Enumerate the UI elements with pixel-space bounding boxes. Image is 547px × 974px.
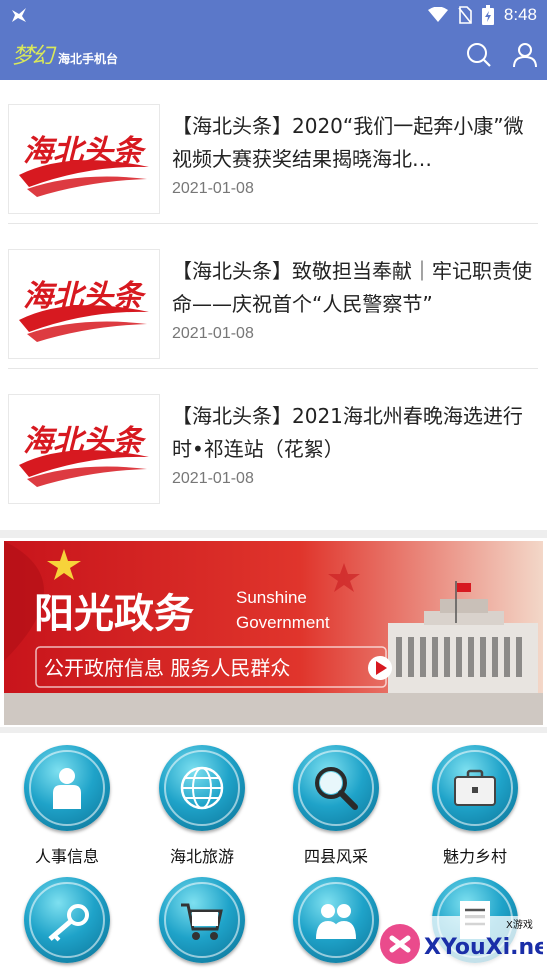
news-item[interactable]: 海北头条 【海北头条】2021海北州春晚海选进行时•祁连站（花絮） 2021-0… bbox=[8, 370, 538, 514]
grid-item-cart[interactable] bbox=[147, 877, 257, 974]
banner-en-line1: Sunshine bbox=[236, 588, 307, 607]
grid-label: 四县风采 bbox=[303, 847, 368, 866]
status-time: 8:48 bbox=[503, 5, 537, 24]
news-item[interactable]: 海北头条 【海北头条】2020“我们一起奔小康”微视频大赛获奖结果揭晓海北… 2… bbox=[8, 80, 538, 224]
no-sim-icon bbox=[458, 6, 472, 24]
key-icon bbox=[24, 877, 110, 963]
banner-title: 阳光政务 bbox=[34, 591, 194, 637]
sunshine-government-banner[interactable]: 阳光政务 Sunshine Government 公开政府信息 服务人民群众 bbox=[4, 541, 543, 725]
status-bar: 8:48 bbox=[0, 0, 547, 30]
watermark-small: X游戏 bbox=[506, 918, 533, 931]
grid-label: 人事信息 bbox=[34, 847, 99, 866]
grid-label: 海北旅游 bbox=[169, 847, 234, 866]
news-title[interactable]: 【海北头条】致敬担当奉献｜牢记职责使命——庆祝首个“人民警察节” bbox=[172, 255, 532, 321]
grid-item-villages[interactable]: 魅力乡村 bbox=[420, 745, 530, 867]
banner-en-line2: Government bbox=[236, 613, 330, 632]
news-thumbnail: 海北头条 bbox=[8, 104, 160, 214]
app-bar: 梦幻 海北手机台 bbox=[0, 30, 547, 80]
news-thumbnail: 海北头条 bbox=[8, 394, 160, 504]
person-icon bbox=[24, 745, 110, 831]
user-icon[interactable] bbox=[512, 42, 538, 68]
banner-slogan: 公开政府信息 服务人民群众 bbox=[44, 656, 290, 680]
news-date: 2021-01-08 bbox=[172, 180, 254, 197]
thumb-text: 海北头条 bbox=[23, 279, 147, 314]
grid-item-people[interactable] bbox=[281, 877, 391, 974]
people-icon bbox=[293, 877, 379, 963]
section-divider bbox=[0, 530, 547, 538]
battery-icon bbox=[481, 5, 494, 25]
section-divider bbox=[0, 727, 547, 733]
grid-item-key[interactable] bbox=[12, 877, 122, 974]
grid-item-four-counties[interactable]: 四县风采 bbox=[281, 745, 391, 867]
grid-item-personnel[interactable]: 人事信息 bbox=[12, 745, 122, 867]
wifi-icon bbox=[427, 7, 448, 22]
briefcase-icon bbox=[432, 745, 518, 831]
news-date: 2021-01-08 bbox=[172, 470, 254, 487]
news-date: 2021-01-08 bbox=[172, 325, 254, 342]
grid-item-tourism[interactable]: 海北旅游 bbox=[147, 745, 257, 867]
news-title[interactable]: 【海北头条】2021海北州春晚海选进行时•祁连站（花絮） bbox=[172, 400, 532, 466]
globe-icon bbox=[159, 745, 245, 831]
thumb-text: 海北头条 bbox=[23, 424, 147, 459]
watermark-text: XYouXi.net bbox=[424, 935, 543, 960]
news-item[interactable]: 海北头条 【海北头条】致敬担当奉献｜牢记职责使命——庆祝首个“人民警察节” 20… bbox=[8, 225, 538, 369]
news-thumbnail: 海北头条 bbox=[8, 249, 160, 359]
search-icon[interactable] bbox=[466, 42, 492, 68]
logo-script: 梦幻 bbox=[12, 44, 54, 69]
cart-icon bbox=[159, 877, 245, 963]
grid-label: 魅力乡村 bbox=[442, 847, 507, 866]
site-watermark: X游戏 XYouXi.net bbox=[378, 912, 547, 970]
thumb-text: 海北头条 bbox=[23, 134, 147, 169]
app-logo: 梦幻 海北手机台 bbox=[12, 36, 122, 74]
notification-icon bbox=[12, 8, 26, 22]
magnifier-icon bbox=[293, 745, 379, 831]
news-title[interactable]: 【海北头条】2020“我们一起奔小康”微视频大赛获奖结果揭晓海北… bbox=[172, 110, 532, 176]
logo-subtitle: 海北手机台 bbox=[58, 52, 119, 66]
